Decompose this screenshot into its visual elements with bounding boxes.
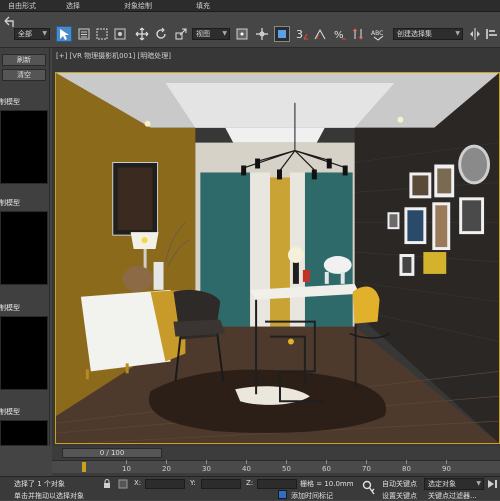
selection-filter-dropdown[interactable]: 全部 ▼ [14, 28, 50, 40]
spinner-snap-icon[interactable] [350, 26, 366, 42]
tick-label: 20 [162, 465, 171, 473]
copy-model-preview-2[interactable] [0, 211, 48, 285]
copy-model-preview-1[interactable] [0, 110, 48, 184]
x-coordinate-field[interactable] [145, 479, 185, 489]
copy-model-header: 复制模型 [0, 199, 20, 207]
auto-key-button[interactable]: 自动关键点 [382, 479, 417, 489]
copy-model-header: 复制模型 [0, 304, 20, 312]
tick-label: 80 [402, 465, 411, 473]
timeline: 0 / 100 10 20 30 40 50 60 70 80 90 [52, 446, 500, 476]
z-coordinate-field[interactable] [257, 479, 297, 489]
move-icon[interactable] [134, 26, 150, 42]
grid-size: 栅格 = 10.0mm [300, 480, 354, 488]
time-slider[interactable]: 0 / 100 [62, 448, 162, 458]
x-label: X: [134, 479, 142, 487]
tick-mark [206, 460, 207, 464]
menu-item-selection[interactable]: 选择 [66, 1, 80, 11]
named-selection-value: 创建选择集 [397, 30, 432, 38]
viewport-label[interactable]: [+] [VR 物理摄影机001] [明暗处理] [56, 51, 171, 61]
selection-filter-value: 全部 [18, 30, 32, 38]
angle-snap-toggle-icon[interactable] [312, 26, 328, 42]
select-link-icon[interactable] [254, 26, 270, 42]
y-coordinate-field[interactable] [201, 479, 241, 489]
copy-model-header: 复制模型 [0, 408, 20, 416]
y-label: Y: [190, 479, 196, 487]
svg-text:ABC: ABC [371, 30, 383, 37]
pivot-center-icon[interactable] [234, 26, 250, 42]
clear-button[interactable]: 清空 [2, 69, 46, 81]
absolute-mode-icon[interactable] [118, 479, 128, 489]
menu-item-object-paint[interactable]: 对象绘制 [124, 1, 152, 11]
go-to-end-icon[interactable] [486, 479, 498, 489]
percent-snap-icon[interactable]: % [332, 26, 348, 42]
tick-label: 10 [122, 465, 131, 473]
chevron-down-icon: ▼ [455, 30, 460, 37]
time-tag-icon[interactable] [278, 490, 287, 499]
z-label: Z: [246, 479, 254, 487]
rotate-icon[interactable] [153, 26, 169, 42]
tick-label: 90 [442, 465, 451, 473]
svg-text:3: 3 [296, 28, 303, 41]
menu-item-freeform[interactable]: 自由形式 [8, 1, 36, 11]
select-by-name-icon[interactable] [76, 26, 92, 42]
key-icon[interactable] [362, 480, 376, 496]
refresh-button[interactable]: 刷新 [2, 54, 46, 66]
tick-label: 70 [362, 465, 371, 473]
chevron-down-icon: ▼ [42, 30, 47, 37]
scale-icon[interactable] [173, 26, 189, 42]
tick-mark [406, 460, 407, 464]
angle-snap-icon[interactable]: 3 [294, 26, 310, 42]
copy-model-preview-4[interactable] [0, 420, 48, 446]
menu-bar: 自由形式 选择 对象绘制 填充 [0, 0, 500, 12]
edit-named-selection-icon[interactable]: ABC [370, 26, 386, 42]
reference-coord-dropdown[interactable]: 视图 ▼ [192, 28, 230, 40]
tick-mark [326, 460, 327, 464]
copy-model-header: 复制模型 [0, 98, 20, 106]
tick-label: 60 [322, 465, 331, 473]
camera-viewport[interactable]: [+] [VR 物理摄影机001] [明暗处理] [52, 48, 500, 446]
status-bar: 选择了 1 个对象 单击并拖动以选择对象 X: Y: Z: 栅格 = 10.0m… [0, 476, 500, 500]
tick-mark [286, 460, 287, 464]
time-cursor[interactable] [82, 462, 86, 472]
reference-coord-value: 视图 [196, 30, 210, 38]
tick-label: 30 [202, 465, 211, 473]
lock-selection-icon[interactable] [102, 479, 112, 489]
tick-mark [366, 460, 367, 464]
key-filter-dropdown[interactable]: 选定对象 ▼ [424, 478, 484, 490]
left-side-panel: 刷新 清空 复制模型 复制模型 复制模型 复制模型 [0, 48, 50, 446]
main-toolbar: 全部 ▼ 视图 ▼ 3 % ABC 创建选择集 ▼ [0, 12, 500, 48]
mirror-icon[interactable] [467, 26, 483, 42]
snap-toggle-icon[interactable] [274, 26, 290, 42]
tick-label: 50 [282, 465, 291, 473]
tick-mark [446, 460, 447, 464]
key-filter-value: 选定对象 [428, 480, 456, 488]
window-crossing-icon[interactable] [112, 26, 128, 42]
chevron-down-icon: ▼ [222, 30, 227, 37]
named-selection-dropdown[interactable]: 创建选择集 ▼ [393, 28, 463, 40]
chevron-down-icon: ▼ [476, 480, 481, 487]
rect-region-icon[interactable] [94, 26, 110, 42]
rendered-scene[interactable] [55, 72, 500, 444]
select-object-icon[interactable] [56, 26, 72, 42]
menu-item-populate[interactable]: 填充 [196, 1, 210, 11]
tick-label: 40 [242, 465, 251, 473]
tick-mark [246, 460, 247, 464]
tick-mark [126, 460, 127, 464]
timeline-track[interactable] [52, 460, 500, 473]
tick-mark [166, 460, 167, 464]
copy-model-preview-3[interactable] [0, 316, 48, 390]
selection-status: 选择了 1 个对象 [14, 480, 65, 488]
align-icon[interactable] [484, 26, 500, 42]
